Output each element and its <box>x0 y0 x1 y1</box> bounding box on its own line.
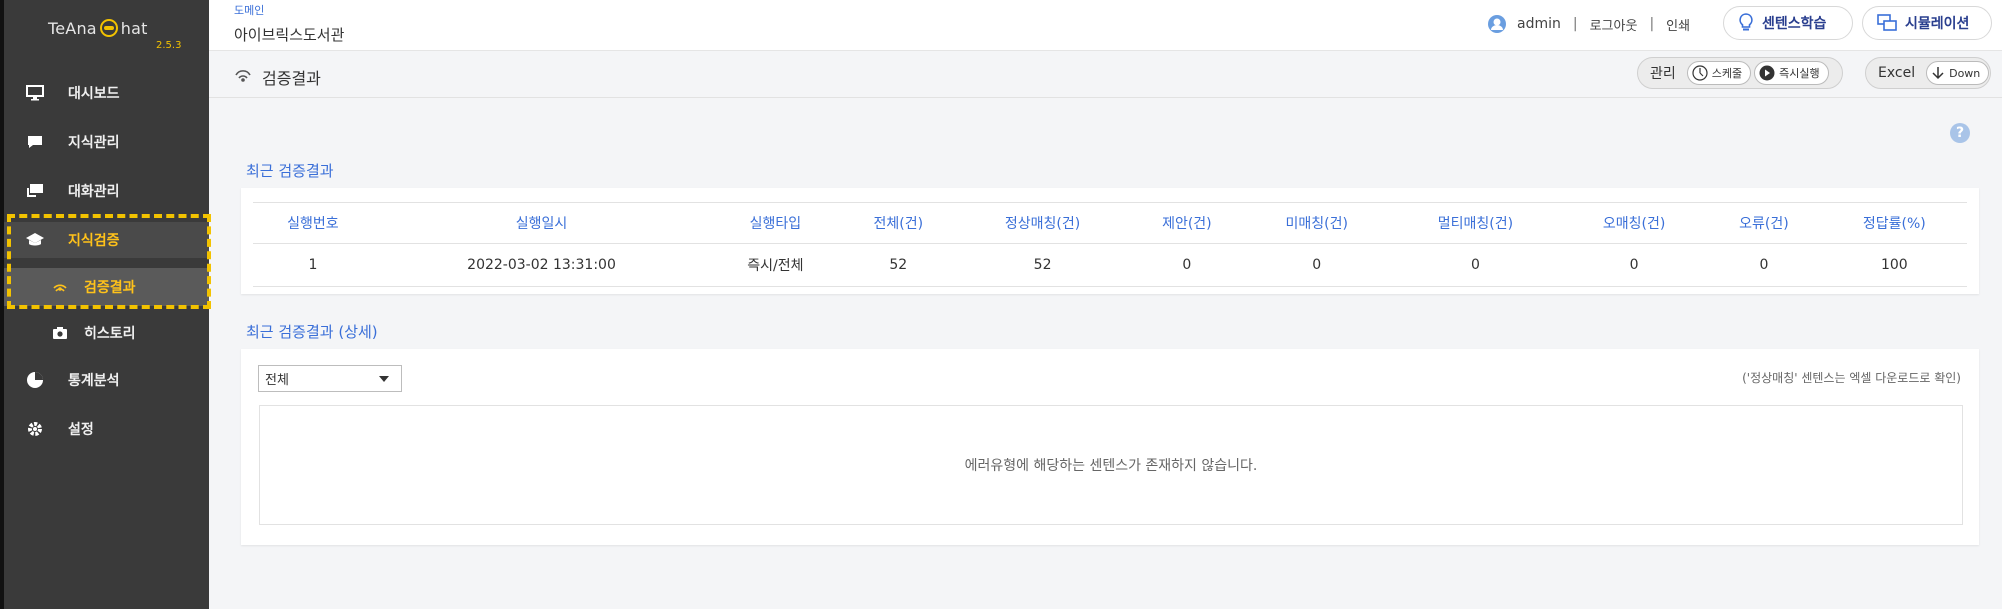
column-header: 오매칭(건) <box>1561 202 1707 244</box>
sidebar-item-label: 통계분석 <box>68 373 120 389</box>
arrow-down-icon <box>1932 67 1944 80</box>
sidebar-item-label: 히스토리 <box>84 326 136 342</box>
gear-icon <box>24 418 46 440</box>
empty-message: 에러유형에 해당하는 센텐스가 존재하지 않습니다. <box>964 458 1258 474</box>
conversation-icon <box>24 180 46 202</box>
username: admin <box>1517 16 1561 32</box>
table-cell: 0 <box>1388 243 1562 287</box>
sidebar-item-label: 설정 <box>68 422 94 438</box>
page-title-text: 검증결과 <box>262 69 321 88</box>
sidebar-subitem-history[interactable]: 히스토리 <box>4 314 209 352</box>
monitor-icon <box>24 82 46 104</box>
summary-section-title: 최근 검증결과 <box>246 162 334 180</box>
top-bar: 도메인 아이브릭스도서관 admin | 로그아웃 | 인쇄 센텐스학습 시뮬레… <box>209 0 2002 51</box>
column-header: 전체(건) <box>840 202 957 244</box>
table-cell: 100 <box>1821 243 1967 287</box>
column-header: 실행번호 <box>253 202 373 244</box>
sidebar-item-conversation[interactable]: 대화관리 <box>4 173 209 209</box>
chevron-down-icon <box>379 376 389 382</box>
table-cell: 즉시/전체 <box>710 243 841 287</box>
select-value: 전체 <box>265 373 289 388</box>
table-cell: 52 <box>840 243 957 287</box>
page-title: 검증결과 <box>234 65 321 89</box>
column-header: 오류(건) <box>1706 202 1822 244</box>
sidebar-item-label: 대시보드 <box>68 86 120 102</box>
user-icon <box>1488 15 1506 33</box>
column-header: 미매칭(건) <box>1244 202 1389 244</box>
excel-group: Excel Down <box>1865 57 1991 89</box>
column-header: 제안(건) <box>1129 202 1245 244</box>
divider: | <box>1649 16 1655 32</box>
help-icon[interactable]: ? <box>1950 123 1970 143</box>
play-icon <box>1759 65 1775 81</box>
error-type-select[interactable]: 전체 <box>258 365 402 392</box>
column-header: 실행타입 <box>710 202 841 244</box>
detail-card: 전체 ('정상매칭' 센텐스는 엑셀 다운로드로 확인) 에러유형에 해당하는 … <box>241 349 1979 545</box>
pie-chart-icon <box>24 369 46 391</box>
download-note: ('정상매칭' 센텐스는 엑셀 다운로드로 확인) <box>1742 371 1961 385</box>
brand-logo[interactable]: TeAna hat 2.5.3 <box>48 18 188 58</box>
excel-label: Excel <box>1878 65 1916 81</box>
schedule-button[interactable]: 스케줄 <box>1686 61 1752 85</box>
brand-name-suffix: hat <box>120 19 148 38</box>
sentence-learning-label: 센텐스학습 <box>1762 16 1827 32</box>
table-cell: 0 <box>1244 243 1389 287</box>
run-now-button[interactable]: 즉시실행 <box>1754 61 1829 85</box>
sidebar-item-statistics[interactable]: 통계분석 <box>4 362 209 398</box>
schedule-label: 스케줄 <box>1711 67 1743 80</box>
sidebar-item-label: 대화관리 <box>68 184 120 200</box>
table-cell: 0 <box>1129 243 1245 287</box>
version-label: 2.5.3 <box>156 40 182 51</box>
detail-section-title: 최근 검증결과 (상세) <box>246 323 378 341</box>
sidebar-item-knowledge[interactable]: 지식관리 <box>4 124 209 160</box>
signal-icon <box>235 70 251 82</box>
domain-label: 도메인 <box>234 4 265 17</box>
column-header: 멀티매칭(건) <box>1388 202 1562 244</box>
table-cell: 2022-03-02 13:31:00 <box>372 243 711 287</box>
sentence-learning-button[interactable]: 센텐스학습 <box>1723 6 1853 40</box>
down-label: Down <box>1949 66 1981 80</box>
sidebar-item-label: 지식관리 <box>68 135 120 151</box>
table-header-row: 실행번호 실행일시 실행타입 전체(건) 정상매칭(건) 제안(건) 미매칭(건… <box>253 202 1967 244</box>
logout-link[interactable]: 로그아웃 <box>1590 15 1638 34</box>
summary-table: 실행번호 실행일시 실행타입 전체(건) 정상매칭(건) 제안(건) 미매칭(건… <box>253 202 1967 287</box>
manage-label: 관리 <box>1650 66 1676 82</box>
summary-card: 실행번호 실행일시 실행타입 전체(건) 정상매칭(건) 제안(건) 미매칭(건… <box>241 188 1979 294</box>
divider: | <box>1572 16 1578 32</box>
table-cell: 0 <box>1561 243 1707 287</box>
run-now-label: 즉시실행 <box>1779 67 1820 80</box>
sidebar-item-dashboard[interactable]: 대시보드 <box>4 75 209 111</box>
table-cell: 1 <box>253 243 373 287</box>
column-header: 정답률(%) <box>1821 202 1967 244</box>
highlight-annotation <box>7 214 211 309</box>
column-header: 실행일시 <box>372 202 711 244</box>
sidebar-item-settings[interactable]: 설정 <box>4 411 209 447</box>
manage-group: 관리 스케줄 즉시실행 <box>1637 57 1843 89</box>
table-row[interactable]: 1 2022-03-02 13:31:00 즉시/전체 52 52 0 0 0 … <box>253 243 1967 287</box>
page-toolbar: 검증결과 관리 스케줄 즉시실행 Excel Down <box>209 51 2002 98</box>
table-cell: 52 <box>956 243 1130 287</box>
domain-selector[interactable]: 아이브릭스도서관 <box>234 24 344 45</box>
simulation-label: 시뮬레이션 <box>1905 16 1970 32</box>
table-cell: 0 <box>1706 243 1822 287</box>
chat-bubble-logo-icon <box>99 19 118 37</box>
user-area: admin | 로그아웃 | 인쇄 <box>1487 14 1690 34</box>
column-header: 정상매칭(건) <box>956 202 1130 244</box>
empty-results-panel: 에러유형에 해당하는 센텐스가 존재하지 않습니다. <box>259 405 1963 525</box>
camera-icon <box>50 323 70 343</box>
brand-name: TeAna <box>48 19 97 38</box>
lightbulb-icon <box>1739 13 1753 31</box>
chat-bubble-icon <box>24 131 46 153</box>
simulation-button[interactable]: 시뮬레이션 <box>1862 6 1992 40</box>
print-link[interactable]: 인쇄 <box>1666 15 1690 34</box>
excel-download-button[interactable]: Down <box>1926 61 1990 85</box>
windows-icon <box>1877 14 1897 31</box>
timer-icon <box>1692 65 1708 81</box>
sidebar: TeAna hat 2.5.3 대시보드 지식관리 대화관리 지식검증 검증결과 … <box>0 0 211 609</box>
